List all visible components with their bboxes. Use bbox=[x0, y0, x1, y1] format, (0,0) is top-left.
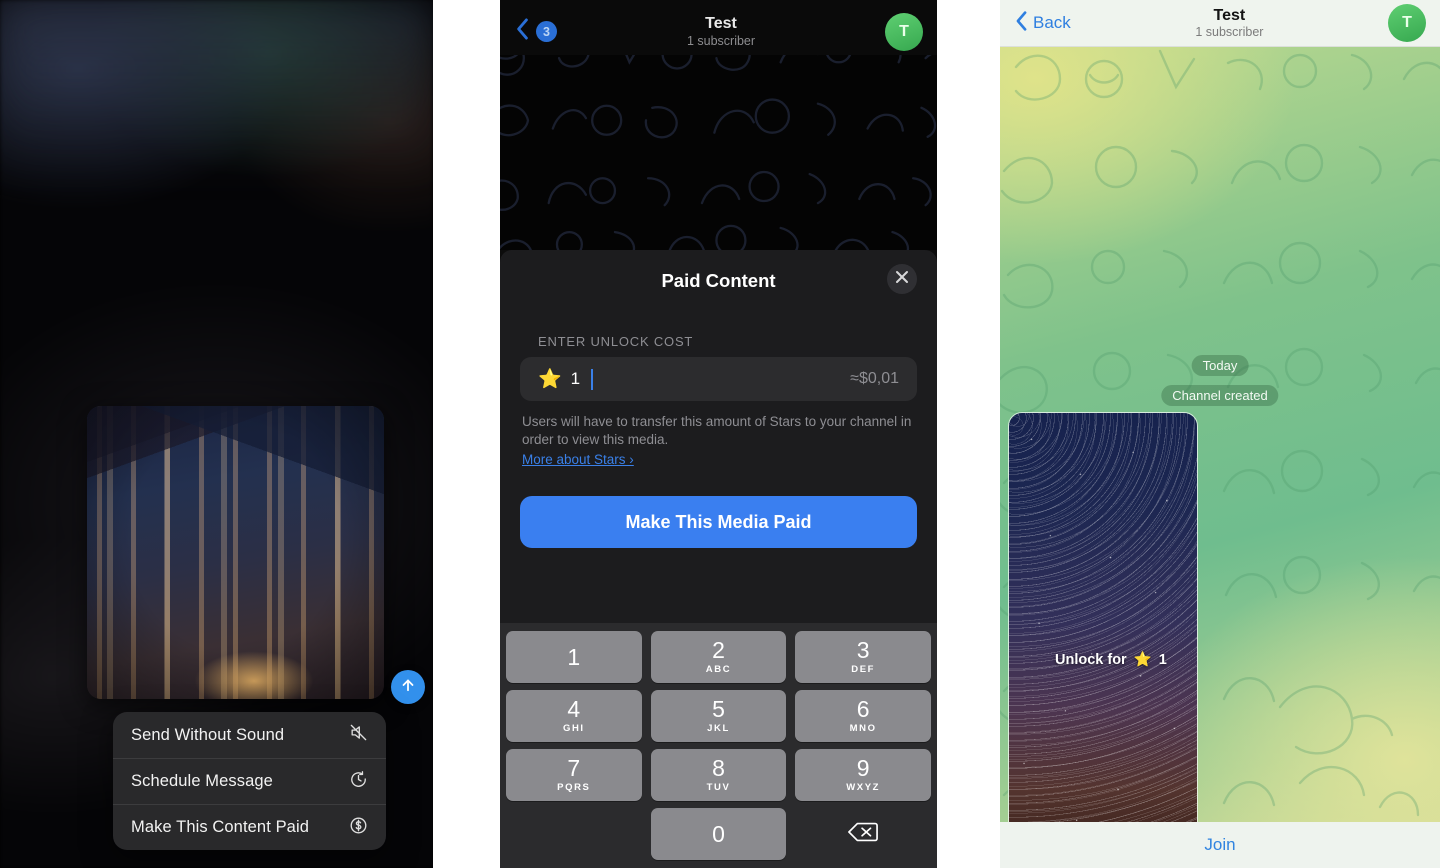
context-menu: Send Without Sound Schedule Message Make… bbox=[113, 712, 386, 850]
chat-background bbox=[500, 55, 937, 250]
unlock-label: Unlock for bbox=[1055, 651, 1127, 668]
paid-media-message[interactable]: Unlock for ⭐ 1 2 15:40 bbox=[1008, 412, 1198, 822]
unlock-price: 1 bbox=[1158, 651, 1167, 668]
sheet-title: Paid Content bbox=[661, 270, 776, 291]
muted-speaker-icon bbox=[349, 723, 368, 747]
make-this-media-paid-button[interactable]: Make This Media Paid bbox=[520, 496, 917, 549]
key-number: 8 bbox=[712, 755, 725, 781]
key-5[interactable]: 5 JKL bbox=[650, 690, 787, 742]
key-9[interactable]: 9 WXYZ bbox=[795, 749, 931, 801]
key-4[interactable]: 4 GHI bbox=[506, 690, 642, 742]
key-number: 5 bbox=[712, 696, 725, 722]
background-glow bbox=[0, 0, 433, 180]
text-caret bbox=[591, 368, 594, 390]
numeric-keypad: 1 2 ABC 3 DEF 4 GHI 5 JKL 6 MNO 7 PQRS 8… bbox=[500, 623, 937, 868]
star-icon: ⭐ bbox=[538, 368, 562, 390]
key-number: 1 bbox=[567, 643, 581, 670]
photo-preview[interactable] bbox=[87, 406, 384, 699]
left-panel-compose-context-menu: Send Without Sound Schedule Message Make… bbox=[0, 0, 433, 868]
chat-area: Today Channel created Unlock for ⭐ 1 bbox=[1000, 47, 1440, 822]
unread-badge: 3 bbox=[536, 21, 557, 42]
key-number: 4 bbox=[567, 696, 581, 722]
key-7[interactable]: 7 PQRS bbox=[506, 749, 642, 801]
close-icon bbox=[895, 270, 909, 289]
chevron-left-icon bbox=[1014, 9, 1029, 38]
unlock-cost-input[interactable]: ⭐ 1 ≈$0,01 bbox=[520, 357, 917, 401]
key-number: 7 bbox=[567, 755, 581, 781]
star-icon: ⭐ bbox=[1133, 652, 1152, 668]
key-number: 2 bbox=[712, 637, 725, 663]
context-menu-item-label: Schedule Message bbox=[131, 772, 273, 790]
send-button[interactable] bbox=[391, 670, 425, 704]
service-message: Channel created bbox=[1161, 385, 1279, 406]
doodle-pattern-icon bbox=[500, 55, 937, 250]
channel-title-block[interactable]: Test 1 subscriber bbox=[1071, 7, 1388, 40]
back-button[interactable]: Back bbox=[1014, 9, 1071, 38]
close-button[interactable] bbox=[887, 264, 917, 294]
chevron-left-icon bbox=[514, 16, 531, 47]
channel-header: Back Test 1 subscriber T bbox=[1000, 0, 1440, 47]
more-about-stars-link[interactable]: More about Stars › bbox=[522, 451, 917, 469]
enter-unlock-cost-label: ENTER UNLOCK COST bbox=[538, 334, 694, 349]
key-letters: PQRS bbox=[557, 782, 591, 793]
context-menu-item-label: Send Without Sound bbox=[131, 725, 285, 744]
context-menu-item-label: Make This Content Paid bbox=[131, 818, 309, 836]
back-button[interactable]: 3 bbox=[514, 16, 557, 47]
approx-price: ≈$0,01 bbox=[850, 370, 899, 387]
avatar[interactable]: T bbox=[1388, 4, 1426, 42]
hint-text: Users will have to transfer this amount … bbox=[522, 414, 912, 447]
chat-title-block[interactable]: Test 1 subscriber bbox=[557, 15, 885, 48]
key-8[interactable]: 8 TUV bbox=[650, 749, 787, 801]
date-pill: Today bbox=[1191, 355, 1249, 376]
dollar-circle-icon bbox=[349, 816, 368, 840]
key-number: 0 bbox=[712, 820, 725, 847]
key-2[interactable]: 2 ABC bbox=[650, 631, 787, 683]
backspace-button[interactable] bbox=[795, 808, 931, 860]
right-panel-channel-view: Back Test 1 subscriber T Today Channel c… bbox=[1000, 0, 1440, 868]
context-menu-item-schedule-message[interactable]: Schedule Message bbox=[113, 758, 386, 804]
key-letters: WXYZ bbox=[846, 782, 881, 793]
back-label: Back bbox=[1033, 13, 1071, 32]
context-menu-item-make-this-content-paid[interactable]: Make This Content Paid bbox=[113, 804, 386, 850]
unlock-cta[interactable]: Unlock for ⭐ 1 bbox=[1055, 651, 1167, 669]
avatar[interactable]: T bbox=[885, 12, 923, 51]
key-letters: DEF bbox=[851, 664, 876, 675]
key-0[interactable]: 0 bbox=[650, 808, 787, 860]
channel-subtitle: 1 subscriber bbox=[1195, 25, 1264, 40]
key-6[interactable]: 6 MNO bbox=[795, 690, 931, 742]
cost-input-left: ⭐ 1 bbox=[538, 368, 594, 390]
cost-value: 1 bbox=[570, 369, 581, 388]
photo-vignette bbox=[87, 406, 384, 699]
send-arrow-up-icon bbox=[399, 676, 417, 699]
key-number: 6 bbox=[856, 696, 870, 722]
key-letters: GHI bbox=[562, 723, 585, 734]
chat-title: Test bbox=[705, 14, 737, 32]
chat-header: 3 Test 1 subscriber T bbox=[500, 0, 937, 55]
backspace-icon bbox=[848, 821, 879, 848]
middle-panel-paid-content-sheet: 3 Test 1 subscriber T Paid Content ENTER… bbox=[500, 0, 937, 868]
clock-icon bbox=[349, 770, 368, 794]
key-blank bbox=[506, 808, 642, 860]
paid-content-sheet: Paid Content ENTER UNLOCK COST ⭐ 1 ≈$0,0 bbox=[500, 250, 937, 868]
key-letters: TUV bbox=[706, 782, 731, 793]
key-letters: MNO bbox=[849, 723, 877, 734]
key-3[interactable]: 3 DEF bbox=[795, 631, 931, 683]
join-button[interactable]: Join bbox=[1000, 822, 1440, 868]
context-menu-item-send-without-sound[interactable]: Send Without Sound bbox=[113, 712, 386, 758]
channel-title: Test bbox=[1213, 6, 1246, 24]
key-letters: JKL bbox=[707, 723, 730, 734]
sheet-header: Paid Content bbox=[500, 250, 937, 312]
screenshot-stage: Send Without Sound Schedule Message Make… bbox=[0, 0, 1440, 868]
key-number: 3 bbox=[856, 637, 870, 663]
key-1[interactable]: 1 bbox=[506, 631, 642, 683]
chat-subtitle: 1 subscriber bbox=[686, 34, 756, 49]
media-noise-layer bbox=[1009, 413, 1197, 822]
key-letters: ABC bbox=[705, 664, 732, 675]
key-number: 9 bbox=[856, 755, 870, 781]
hint-text-block: Users will have to transfer this amount … bbox=[500, 401, 937, 468]
